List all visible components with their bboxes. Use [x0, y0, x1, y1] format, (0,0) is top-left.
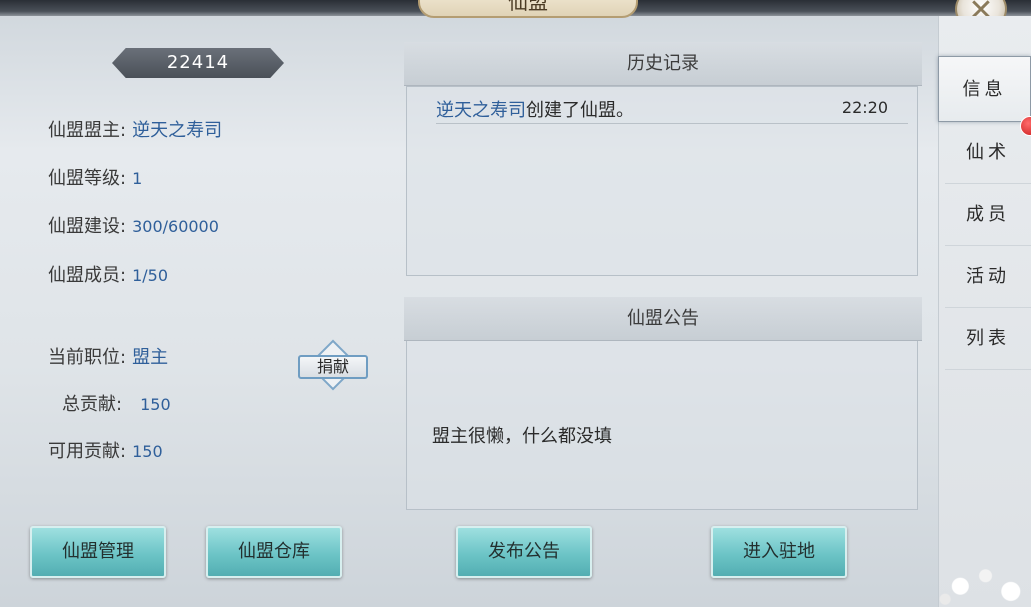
- enter-base-button[interactable]: 进入驻地: [711, 526, 847, 578]
- total-contribution-value: 150: [140, 395, 171, 414]
- level-value: 1: [132, 169, 143, 188]
- available-contribution-value: 150: [132, 442, 163, 461]
- position-label: 当前职位:: [48, 347, 127, 368]
- construction-value: 300/60000: [132, 217, 219, 236]
- total-contribution-row: 总贡献: 150: [62, 390, 171, 416]
- tab-skills[interactable]: 仙术: [945, 122, 1031, 184]
- donate-label: 捐献: [298, 355, 368, 379]
- construction-row: 仙盟建设: 300/60000: [48, 212, 219, 238]
- blossom-decoration: [930, 555, 1031, 607]
- available-contribution-label: 可用贡献:: [48, 441, 127, 462]
- publish-notice-button[interactable]: 发布公告: [456, 526, 592, 578]
- tab-members[interactable]: 成员: [945, 184, 1031, 246]
- position-value: 盟主: [132, 347, 169, 368]
- position-row: 当前职位: 盟主: [48, 343, 168, 369]
- history-entry-time: 22:20: [841, 98, 888, 117]
- members-value: 1/50: [132, 266, 169, 285]
- level-label: 仙盟等级:: [48, 168, 127, 189]
- available-contribution-row: 可用贡献: 150: [48, 437, 163, 463]
- history-entry-player[interactable]: 逆天之寿司: [436, 100, 526, 121]
- manage-alliance-button[interactable]: 仙盟管理: [30, 526, 166, 578]
- members-row: 仙盟成员: 1/50: [48, 261, 168, 287]
- leader-row: 仙盟盟主: 逆天之寿司: [48, 116, 222, 142]
- leader-label: 仙盟盟主:: [48, 120, 127, 141]
- window-title: 仙盟: [418, 0, 638, 18]
- total-contribution-label: 总贡献:: [62, 394, 123, 415]
- history-header: 历史记录: [404, 42, 922, 86]
- notice-header: 仙盟公告: [404, 297, 922, 341]
- leader-value: 逆天之寿司: [132, 120, 223, 141]
- alliance-warehouse-button[interactable]: 仙盟仓库: [206, 526, 342, 578]
- notice-text: 盟主很懒，什么都没填: [432, 426, 612, 447]
- tab-activities[interactable]: 活动: [945, 246, 1031, 308]
- alliance-id: 22414: [112, 48, 284, 78]
- tab-info[interactable]: 信息: [938, 56, 1031, 122]
- level-row: 仙盟等级: 1: [48, 164, 142, 190]
- construction-label: 仙盟建设:: [48, 216, 127, 237]
- history-entry: 逆天之寿司创建了仙盟。 22:20: [436, 96, 908, 124]
- history-entry-text: 创建了仙盟。: [526, 100, 634, 121]
- members-label: 仙盟成员:: [48, 265, 127, 286]
- tab-list[interactable]: 列表: [945, 308, 1031, 370]
- donate-button[interactable]: 捐献: [298, 335, 368, 395]
